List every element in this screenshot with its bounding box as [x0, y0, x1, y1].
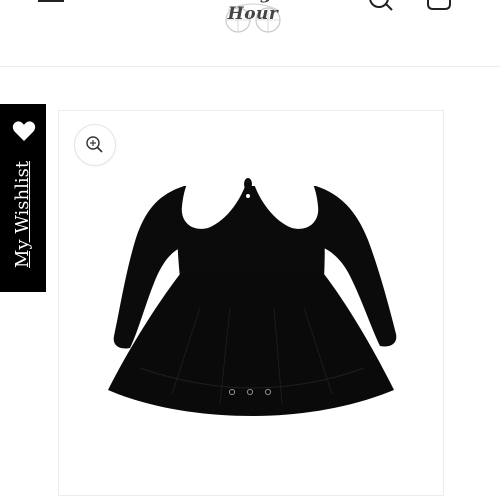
site-header: Witching Your Hour [0, 0, 500, 67]
cart-icon [427, 0, 451, 10]
search-button[interactable] [366, 0, 396, 16]
cart-button[interactable] [424, 0, 454, 16]
menu-button[interactable] [38, 0, 68, 12]
product-image-dress [108, 175, 397, 416]
menu-icon-bar [38, 0, 64, 2]
store-logo[interactable]: Witching Your Hour [168, 0, 338, 44]
search-icon [369, 0, 393, 11]
logo-text: Witching Your Hour [182, 0, 324, 24]
wishlist-tab[interactable]: My Wishlist [0, 104, 46, 292]
zoom-button[interactable] [74, 124, 116, 166]
wishlist-label: My Wishlist [12, 160, 33, 268]
zoom-in-icon [86, 136, 103, 153]
heart-icon [12, 121, 36, 141]
